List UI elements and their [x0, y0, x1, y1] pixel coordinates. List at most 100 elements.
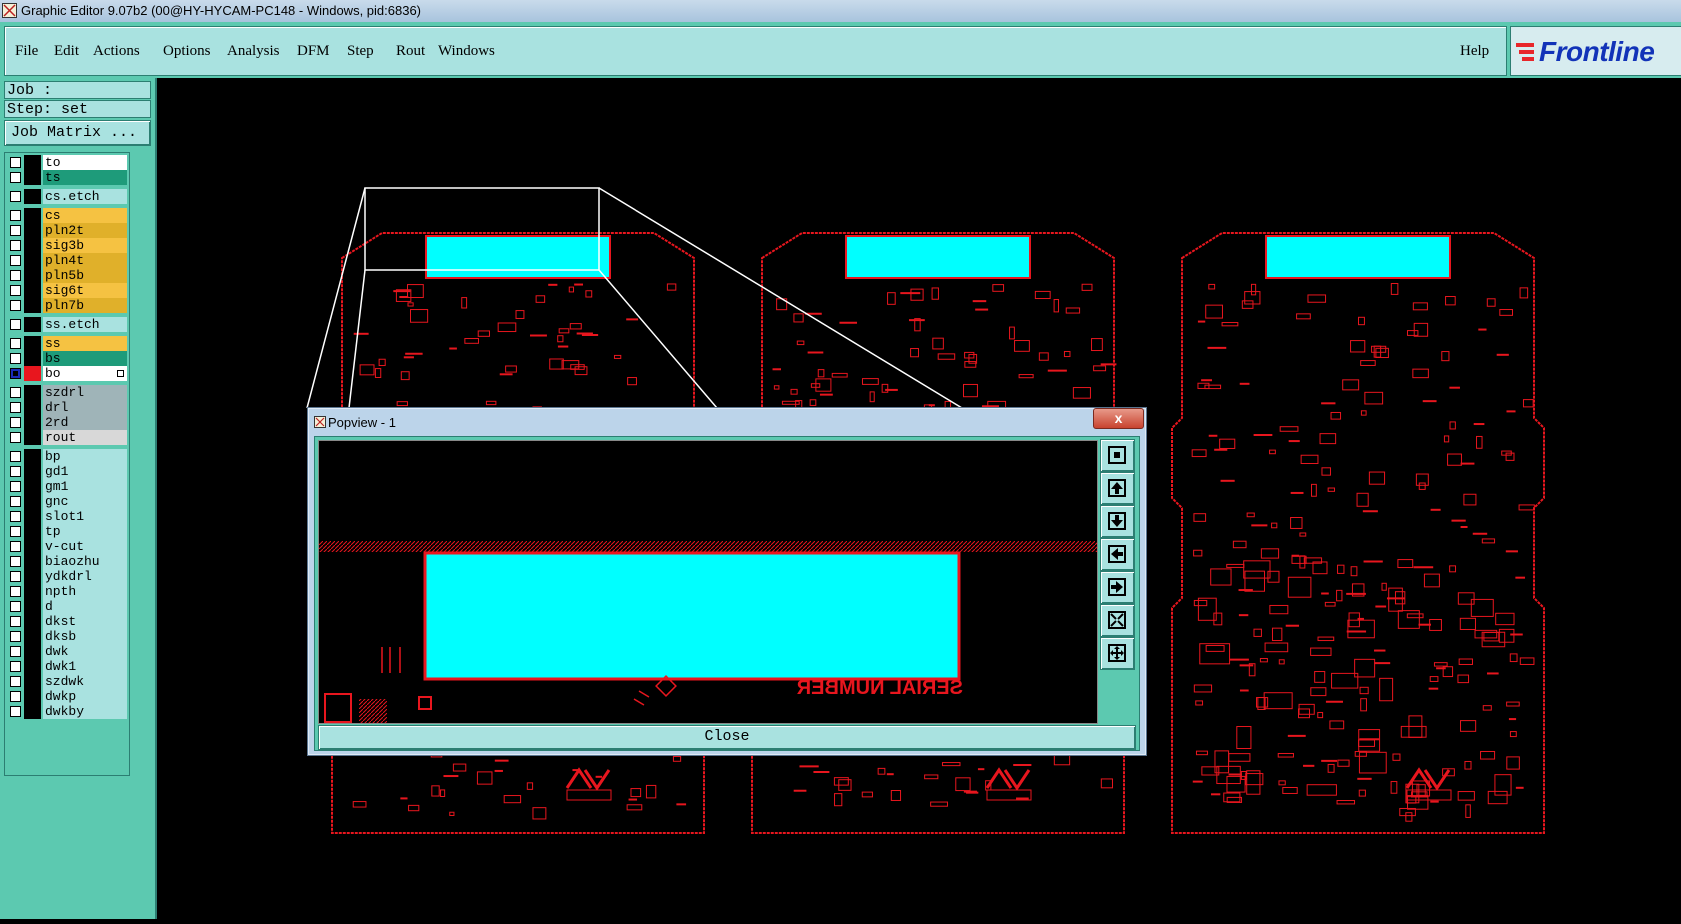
layer-color-swatch[interactable] — [24, 599, 41, 614]
layer-name[interactable]: to — [43, 155, 127, 170]
layer-row-sig6t[interactable]: sig6t — [7, 283, 127, 298]
layer-checkbox[interactable] — [10, 676, 21, 687]
menu-step[interactable]: Step — [347, 43, 374, 60]
layer-row-rout[interactable]: rout — [7, 430, 127, 445]
layer-name[interactable]: pln2t — [43, 223, 127, 238]
layer-row-dksb[interactable]: dksb — [7, 629, 127, 644]
layer-color-swatch[interactable] — [24, 494, 41, 509]
layer-color-swatch[interactable] — [24, 479, 41, 494]
layer-row-pln2t[interactable]: pln2t — [7, 223, 127, 238]
layer-checkbox[interactable] — [10, 571, 21, 582]
layer-row-ts[interactable]: ts — [7, 170, 127, 185]
layer-row-npth[interactable]: npth — [7, 584, 127, 599]
layer-row-szdwk[interactable]: szdwk — [7, 674, 127, 689]
layer-color-swatch[interactable] — [24, 298, 41, 313]
layer-checkbox[interactable] — [10, 646, 21, 657]
menu-dfm[interactable]: DFM — [297, 43, 330, 60]
layer-checkbox[interactable] — [10, 191, 21, 202]
layer-row-tp[interactable]: tp — [7, 524, 127, 539]
layer-color-swatch[interactable] — [24, 449, 41, 464]
popview-close-x-button[interactable]: x — [1093, 408, 1144, 429]
zoom-home-button[interactable] — [1100, 637, 1135, 670]
layer-checkbox[interactable] — [10, 255, 21, 266]
layer-row-to[interactable]: to — [7, 155, 127, 170]
menu-edit[interactable]: Edit — [54, 43, 79, 60]
layer-row-ydkdrl[interactable]: ydkdrl — [7, 569, 127, 584]
menu-actions[interactable]: Actions — [93, 43, 140, 60]
job-matrix-button[interactable]: Job Matrix ... — [4, 120, 151, 146]
layer-name[interactable]: gm1 — [43, 479, 127, 494]
layer-name[interactable]: pln5b — [43, 268, 127, 283]
layer-row-gm1[interactable]: gm1 — [7, 479, 127, 494]
layer-row-pln4t[interactable]: pln4t — [7, 253, 127, 268]
layer-color-swatch[interactable] — [24, 208, 41, 223]
menu-options[interactable]: Options — [163, 43, 211, 60]
layer-name[interactable]: szdwk — [43, 674, 127, 689]
layer-name[interactable]: 2rd — [43, 415, 127, 430]
layer-checkbox[interactable] — [10, 172, 21, 183]
layer-row-dwkp[interactable]: dwkp — [7, 689, 127, 704]
layer-row-bp[interactable]: bp — [7, 449, 127, 464]
layer-color-swatch[interactable] — [24, 253, 41, 268]
layer-color-swatch[interactable] — [24, 584, 41, 599]
layer-color-swatch[interactable] — [24, 689, 41, 704]
layer-row-sig3b[interactable]: sig3b — [7, 238, 127, 253]
layer-name[interactable]: pln4t — [43, 253, 127, 268]
layer-row-2rd[interactable]: 2rd — [7, 415, 127, 430]
layer-color-swatch[interactable] — [24, 430, 41, 445]
layer-row-bo[interactable]: bo — [7, 366, 127, 381]
menu-rout[interactable]: Rout — [396, 43, 425, 60]
layer-name[interactable]: bs — [43, 351, 127, 366]
layer-color-swatch[interactable] — [24, 569, 41, 584]
layer-row-v-cut[interactable]: v-cut — [7, 539, 127, 554]
layer-row-cs[interactable]: cs — [7, 208, 127, 223]
layer-color-swatch[interactable] — [24, 189, 41, 204]
layer-checkbox[interactable] — [10, 526, 21, 537]
pan-down-button[interactable] — [1100, 505, 1135, 538]
layer-name[interactable]: dwkby — [43, 704, 127, 719]
layer-checkbox[interactable] — [10, 353, 21, 364]
layer-row-biaozhu[interactable]: biaozhu — [7, 554, 127, 569]
layer-color-swatch[interactable] — [24, 351, 41, 366]
layer-row-pln5b[interactable]: pln5b — [7, 268, 127, 283]
zoom-fit-button[interactable] — [1100, 439, 1135, 472]
menu-file[interactable]: File — [15, 43, 38, 60]
layer-name[interactable]: ts — [43, 170, 127, 185]
layer-checkbox[interactable] — [10, 601, 21, 612]
layer-checkbox[interactable] — [10, 157, 21, 168]
layer-row-slot1[interactable]: slot1 — [7, 509, 127, 524]
layer-color-swatch[interactable] — [24, 614, 41, 629]
layer-row-szdrl[interactable]: szdrl — [7, 385, 127, 400]
menu-help[interactable]: Help — [1460, 43, 1489, 60]
layer-name[interactable]: cs — [43, 208, 127, 223]
layer-checkbox[interactable] — [10, 556, 21, 567]
layer-name[interactable]: gd1 — [43, 464, 127, 479]
layer-checkbox[interactable] — [10, 451, 21, 462]
layer-row-pln7b[interactable]: pln7b — [7, 298, 127, 313]
layer-checkbox[interactable] — [10, 481, 21, 492]
layer-color-swatch[interactable] — [24, 283, 41, 298]
layer-row-gd1[interactable]: gd1 — [7, 464, 127, 479]
layer-color-swatch[interactable] — [24, 629, 41, 644]
layer-name[interactable]: rout — [43, 430, 127, 445]
layer-checkbox[interactable] — [10, 300, 21, 311]
layer-name[interactable]: sig6t — [43, 283, 127, 298]
layer-name[interactable]: drl — [43, 400, 127, 415]
layer-name[interactable]: dkst — [43, 614, 127, 629]
layer-name[interactable]: d — [43, 599, 127, 614]
layer-color-swatch[interactable] — [24, 674, 41, 689]
layer-color-swatch[interactable] — [24, 385, 41, 400]
layer-checkbox[interactable] — [10, 387, 21, 398]
pan-left-button[interactable] — [1100, 538, 1135, 571]
layer-checkbox[interactable] — [10, 417, 21, 428]
layer-row-drl[interactable]: drl — [7, 400, 127, 415]
layer-color-swatch[interactable] — [24, 644, 41, 659]
layer-name[interactable]: gnc — [43, 494, 127, 509]
layer-checkbox[interactable] — [10, 466, 21, 477]
layer-color-swatch[interactable] — [24, 170, 41, 185]
layer-row-dkst[interactable]: dkst — [7, 614, 127, 629]
layer-color-swatch[interactable] — [24, 400, 41, 415]
layer-row-dwkby[interactable]: dwkby — [7, 704, 127, 719]
layer-name[interactable]: tp — [43, 524, 127, 539]
layer-row-cs.etch[interactable]: cs.etch — [7, 189, 127, 204]
